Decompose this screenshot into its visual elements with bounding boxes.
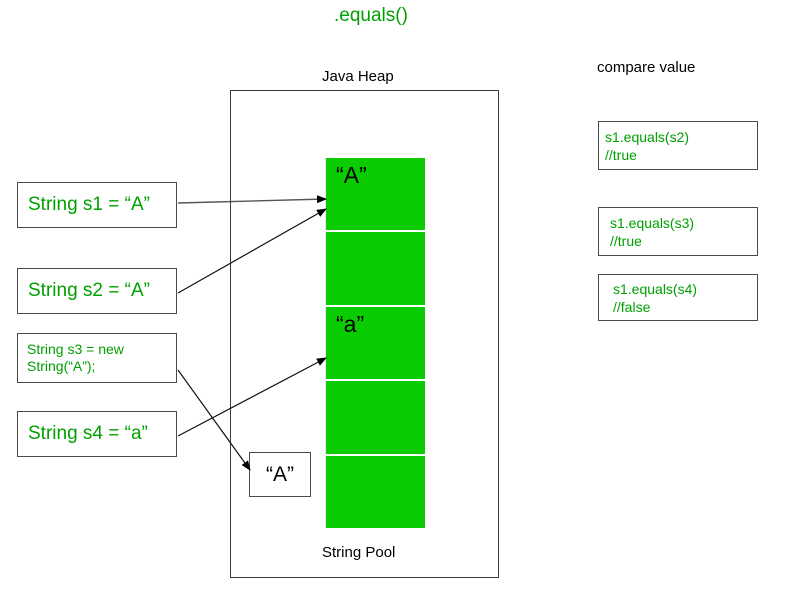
- string-pool-cell-label: “A”: [336, 162, 367, 188]
- string-pool-cell: “a”: [325, 306, 425, 382]
- result-box-s1-s4: s1.equals(s4) //false: [598, 274, 758, 321]
- variable-box-s4: String s4 = “a”: [17, 411, 177, 457]
- variable-box-s3: String s3 = new String(“A”);: [17, 333, 177, 383]
- string-pool-label: String Pool: [322, 544, 396, 561]
- result-comment: //true: [605, 146, 637, 163]
- java-heap-label: Java Heap: [322, 68, 394, 85]
- result-box-s1-s3: s1.equals(s3) //true: [598, 207, 758, 256]
- result-comment: //true: [610, 232, 642, 249]
- variable-box-s1: String s1 = “A”: [17, 182, 177, 228]
- string-pool-cell: “A”: [325, 158, 425, 233]
- string-pool-cell: [325, 455, 425, 529]
- heap-object-box: “A”: [249, 452, 311, 497]
- string-pool-cell-label: “a”: [336, 310, 365, 337]
- string-pool-cell: [325, 381, 425, 456]
- result-expression: s1.equals(s2): [605, 128, 690, 145]
- result-comment: //false: [613, 298, 651, 315]
- result-expression: s1.equals(s4): [613, 280, 698, 297]
- variable-box-s2: String s2 = “A”: [17, 268, 177, 314]
- diagram-title: .equals(): [334, 5, 408, 26]
- variable-box-s3-line1: String s3 = new: [27, 341, 124, 357]
- variable-box-s3-line2: String(“A”);: [27, 358, 96, 374]
- result-box-s1-s2: s1.equals(s2) //true: [598, 121, 758, 170]
- string-pool-column: “A” “a”: [325, 158, 425, 529]
- string-pool-cell: [325, 232, 425, 307]
- diagram-canvas: .equals() Java Heap “A” “a” String Pool …: [0, 0, 799, 597]
- compare-value-heading: compare value: [597, 59, 696, 76]
- result-expression: s1.equals(s3): [610, 214, 695, 231]
